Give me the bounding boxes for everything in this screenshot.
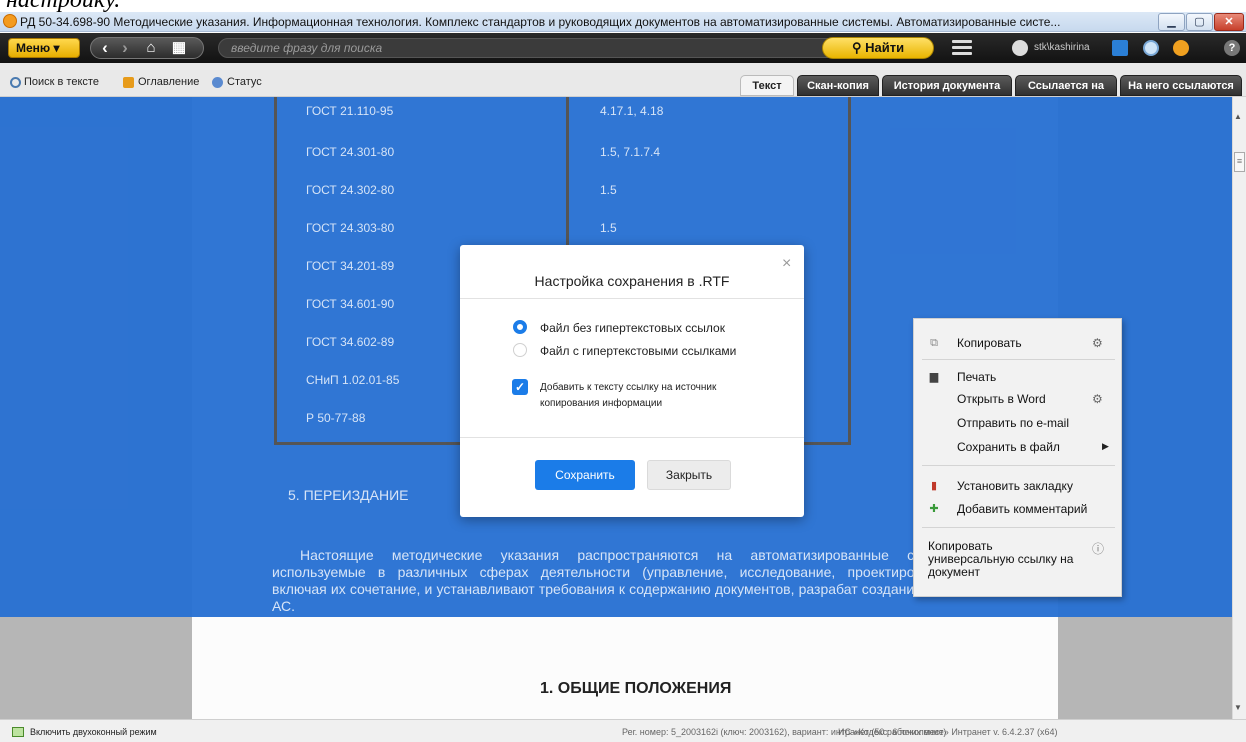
tab-text[interactable]: Текст <box>740 75 794 96</box>
divider <box>460 437 804 438</box>
menu-item-copy-link[interactable]: Копировать универсальную ссылку на докум… <box>928 540 1078 579</box>
radio-with-hyperlinks[interactable] <box>513 343 527 357</box>
radio-no-hyperlinks[interactable] <box>513 320 527 334</box>
close-window-button[interactable]: ✕ <box>1214 13 1244 31</box>
table-row-std: ГОСТ 24.303-80 <box>306 221 395 235</box>
folder-icon[interactable] <box>1112 40 1128 56</box>
help-icon[interactable]: ? <box>1224 40 1240 56</box>
table-row-std: СНиП 1.02.01-85 <box>306 373 400 387</box>
comment-icon: ✚ <box>929 503 939 515</box>
menu-item-send-email[interactable]: Отправить по e-mail <box>957 416 1069 430</box>
user-avatar-icon[interactable] <box>1012 40 1028 56</box>
scroll-up-arrow-icon[interactable]: ▲ <box>1234 112 1242 121</box>
section-heading: 1. ОБЩИЕ ПОЛОЖЕНИЯ <box>540 680 732 697</box>
table-row-std: ГОСТ 34.602-89 <box>306 335 395 349</box>
table-row-std: ГОСТ 24.302-80 <box>306 183 395 197</box>
menu-item-print[interactable]: Печать <box>957 370 996 384</box>
menu-button[interactable]: Меню ▾ <box>8 38 80 58</box>
scroll-thumb[interactable]: ≡ <box>1234 152 1245 172</box>
gear-icon[interactable]: ⚙ <box>1092 336 1103 350</box>
timer-icon[interactable] <box>1173 40 1189 56</box>
tab-scan[interactable]: Скан-копия <box>797 75 879 96</box>
info-icon[interactable]: ⓘ <box>1092 540 1104 557</box>
close-icon[interactable]: × <box>782 255 791 273</box>
menu-separator <box>922 359 1115 360</box>
menu-separator <box>922 527 1115 528</box>
book-icon <box>123 77 134 88</box>
status-link[interactable]: Статус <box>227 76 262 88</box>
menu-separator <box>922 465 1115 466</box>
table-row-std: ГОСТ 34.201-89 <box>306 259 395 273</box>
add-source-link-checkbox[interactable]: ✓ <box>512 379 528 395</box>
submenu-arrow-icon: ▶ <box>1102 441 1109 451</box>
menu-item-save-file[interactable]: Сохранить в файл <box>957 440 1060 454</box>
section-heading: 5. ПЕРЕИЗДАНИЕ <box>288 487 409 503</box>
menu-item-open-word[interactable]: Открыть в Word <box>957 392 1046 406</box>
hamburger-menu-icon[interactable] <box>952 40 972 56</box>
table-row-std: ГОСТ 24.301-80 <box>306 145 395 159</box>
rtf-save-dialog: Настройка сохранения в .RTF × Файл без г… <box>460 245 804 517</box>
menu-item-copy[interactable]: Копировать <box>957 336 1022 350</box>
menu-item-bookmark[interactable]: Установить закладку <box>957 479 1073 493</box>
scroll-down-arrow-icon[interactable]: ▼ <box>1234 703 1242 712</box>
search-icon: ⚲ <box>851 40 862 55</box>
copy-icon: ⧉ <box>930 337 938 349</box>
body-paragraph: Настоящие методические указания распрост… <box>272 547 922 614</box>
table-row-ref: 4.17.1, 4.18 <box>600 104 664 118</box>
search-in-text-link[interactable]: Поиск в тексте <box>24 76 99 88</box>
table-row-ref: 1.5 <box>600 183 617 197</box>
option-label: Файл с гипертекстовыми ссылками <box>540 344 737 358</box>
tab-references[interactable]: Ссылается на <box>1015 75 1117 96</box>
window-title: РД 50-34.698-90 Методические указания. И… <box>20 15 1061 29</box>
grid-icon[interactable]: ▦ <box>168 37 190 59</box>
magnifier-icon <box>10 77 21 88</box>
option-label: Файл без гипертекстовых ссылок <box>540 321 725 335</box>
info-icon <box>212 77 223 88</box>
toc-link[interactable]: Оглавление <box>138 76 199 88</box>
cropped-text: настройку. <box>0 0 1246 12</box>
table-row-std: Р 50-77-88 <box>306 411 366 425</box>
home-icon[interactable]: ⌂ <box>141 37 161 59</box>
forward-arrow-icon[interactable]: › <box>116 37 134 59</box>
context-menu: ⧉ Копировать ⚙ ▆ Печать Открыть в Word ⚙… <box>913 318 1122 597</box>
table-row-ref: 1.5 <box>600 221 617 235</box>
dialog-title: Настройка сохранения в .RTF <box>534 273 730 289</box>
checkbox-label: Добавить к тексту ссылку на источник коп… <box>540 382 717 409</box>
user-name[interactable]: stk\kashirina <box>1034 42 1090 53</box>
close-button[interactable]: Закрыть <box>647 460 731 490</box>
minimize-button[interactable]: ▁ <box>1158 13 1185 31</box>
vertical-scrollbar[interactable] <box>1232 97 1246 719</box>
clock-icon[interactable] <box>1143 40 1159 56</box>
search-input[interactable]: введите фразу для поиска <box>218 38 838 58</box>
version-info: ИС «Кодекс: 6 поколение» Интранет v. 6.4… <box>838 727 1058 737</box>
gear-icon[interactable]: ⚙ <box>1092 392 1103 406</box>
tab-referenced-by[interactable]: На него ссылаются <box>1120 75 1242 96</box>
maximize-button[interactable]: ▢ <box>1186 13 1213 31</box>
app-logo-icon <box>3 14 17 28</box>
save-button[interactable]: Сохранить <box>535 460 635 490</box>
tab-history[interactable]: История документа <box>882 75 1012 96</box>
table-row-std: ГОСТ 34.601-90 <box>306 297 395 311</box>
dual-window-toggle[interactable]: Включить двухоконный режим <box>30 727 157 737</box>
dual-window-icon[interactable] <box>12 727 24 737</box>
find-button[interactable]: ⚲ Найти <box>822 37 934 59</box>
table-row-std: ГОСТ 21.110-95 <box>306 104 394 118</box>
menu-item-comment[interactable]: Добавить комментарий <box>957 502 1087 516</box>
printer-icon: ▆ <box>929 371 939 383</box>
bookmark-icon: ▮ <box>930 480 938 492</box>
back-arrow-icon[interactable]: ‹ <box>96 37 114 59</box>
divider <box>460 298 804 299</box>
table-row-ref: 1.5, 7.1.7.4 <box>600 145 661 159</box>
